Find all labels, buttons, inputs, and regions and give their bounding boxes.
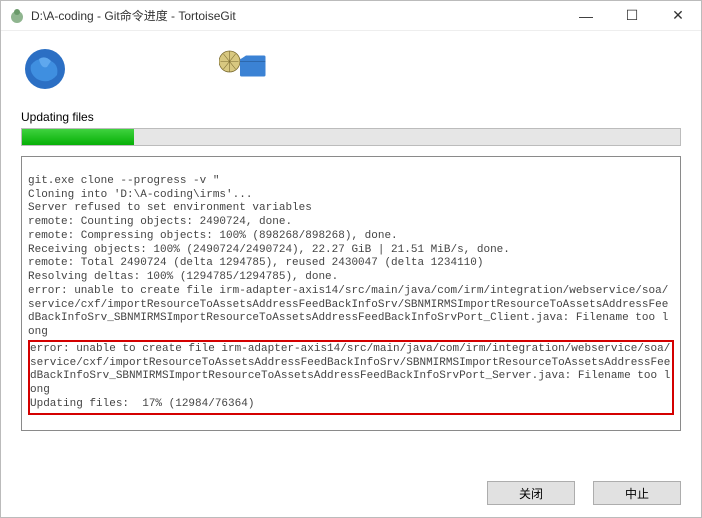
log-line: Receiving objects: 100% (2490724/2490724… — [28, 244, 510, 256]
log-line: Updating files: 17% (12984/76364) — [30, 398, 254, 410]
log-output[interactable]: git.exe clone --progress -v " Cloning in… — [21, 156, 681, 431]
log-line: remote: Counting objects: 2490724, done. — [28, 216, 292, 228]
globe-icon — [21, 45, 69, 93]
log-line: error: unable to create file irm-adapter… — [30, 343, 670, 396]
destination-icon — [219, 45, 267, 93]
log-line: remote: Total 2490724 (delta 1294785), r… — [28, 257, 483, 269]
log-line: git.exe clone --progress -v " — [28, 175, 219, 187]
progress-bar — [21, 128, 681, 146]
window-controls: — ☐ ✕ — [563, 1, 701, 30]
error-highlight: error: unable to create file irm-adapter… — [28, 340, 674, 415]
log-line: Cloning into 'D:\A-coding\irms'... — [28, 189, 252, 201]
maximize-button[interactable]: ☐ — [609, 1, 655, 30]
animation-row — [1, 31, 701, 106]
log-line: Resolving deltas: 100% (1294785/1294785)… — [28, 271, 338, 283]
tortoisegit-icon — [9, 8, 25, 24]
window-title: D:\A-coding - Git命令进度 - TortoiseGit — [31, 7, 563, 24]
log-line: error: unable to create file irm-adapter… — [28, 285, 668, 338]
dialog-buttons: 关闭 中止 — [487, 481, 681, 505]
log-line: remote: Compressing objects: 100% (89826… — [28, 230, 398, 242]
titlebar: D:\A-coding - Git命令进度 - TortoiseGit — ☐ … — [1, 1, 701, 31]
log-line: Server refused to set environment variab… — [28, 202, 312, 214]
minimize-button[interactable]: — — [563, 1, 609, 30]
status-label: Updating files — [1, 106, 701, 126]
close-button[interactable]: 关闭 — [487, 481, 575, 505]
progress-fill — [22, 129, 134, 145]
abort-button[interactable]: 中止 — [593, 481, 681, 505]
close-window-button[interactable]: ✕ — [655, 1, 701, 30]
